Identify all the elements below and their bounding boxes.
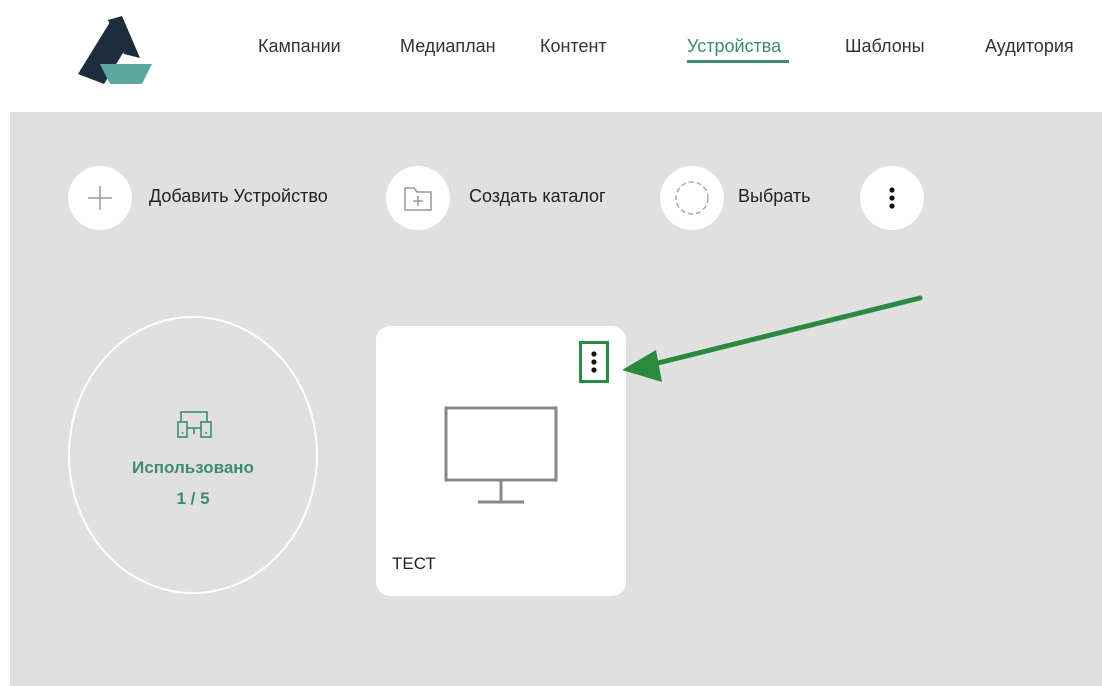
nav-item-mediaplan[interactable]: Медиаплан bbox=[400, 36, 496, 57]
add-device-button[interactable] bbox=[68, 166, 132, 230]
select-label[interactable]: Выбрать bbox=[738, 186, 811, 207]
top-header: Кампании Медиаплан Контент Устройства Ша… bbox=[0, 0, 1102, 112]
usage-count: 1 / 5 bbox=[176, 489, 210, 508]
device-card[interactable]: ТЕСТ bbox=[376, 326, 626, 596]
select-button[interactable] bbox=[660, 166, 724, 230]
nav-item-content[interactable]: Контент bbox=[540, 36, 607, 57]
dashed-circle-icon bbox=[675, 181, 709, 215]
nav-item-devices[interactable]: Устройства bbox=[687, 36, 781, 57]
device-card-menu-button[interactable] bbox=[579, 341, 609, 383]
usage-indicator: Использовано 1 / 5 bbox=[68, 316, 318, 594]
more-vertical-icon bbox=[591, 351, 597, 373]
create-catalog-button[interactable] bbox=[386, 166, 450, 230]
create-catalog-label[interactable]: Создать каталог bbox=[469, 186, 606, 207]
monitor-icon bbox=[444, 406, 558, 504]
device-card-title: ТЕСТ bbox=[392, 554, 436, 573]
nav-item-templates[interactable]: Шаблоны bbox=[845, 36, 925, 57]
nav-item-audience[interactable]: Аудитория bbox=[985, 36, 1074, 57]
more-vertical-icon bbox=[889, 187, 895, 209]
devices-icon bbox=[177, 411, 212, 438]
usage-label: Использовано bbox=[132, 458, 254, 477]
devices-workspace: Добавить Устройство Создать каталог Выбр… bbox=[10, 112, 1102, 686]
active-tab-indicator bbox=[687, 60, 789, 63]
add-device-label[interactable]: Добавить Устройство bbox=[149, 186, 328, 207]
folder-plus-icon bbox=[404, 187, 432, 211]
more-options-button[interactable] bbox=[860, 166, 924, 230]
nav-item-campaigns[interactable]: Кампании bbox=[258, 36, 341, 57]
plus-icon bbox=[88, 186, 112, 210]
brand-logo[interactable] bbox=[70, 14, 154, 88]
